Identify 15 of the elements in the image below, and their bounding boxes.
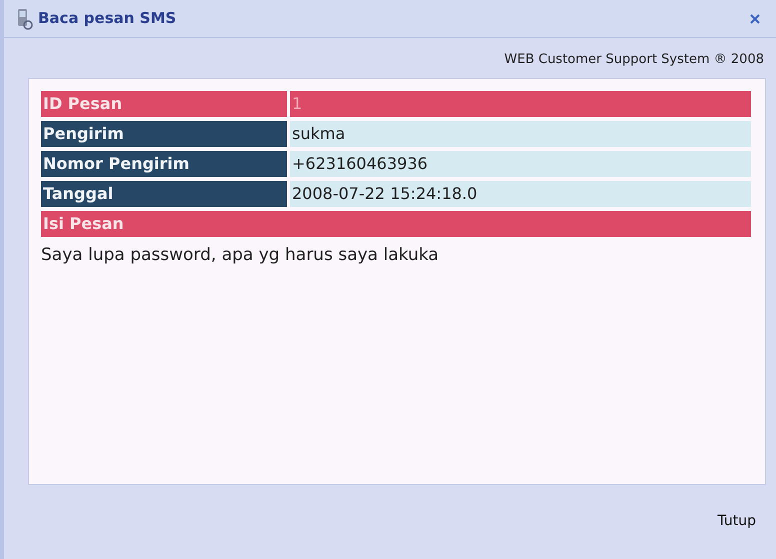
- field-label: Isi Pesan: [41, 210, 751, 236]
- close-button[interactable]: Tutup: [713, 511, 760, 532]
- phone-icon: [16, 8, 34, 30]
- field-label: Pengirim: [41, 120, 287, 146]
- field-label: Tanggal: [41, 180, 287, 206]
- window-title: Baca pesan SMS: [38, 8, 176, 30]
- field-value: +623160463936: [290, 150, 751, 176]
- close-icon: [749, 12, 761, 24]
- field-value: 2008-07-22 15:24:18.0: [290, 180, 751, 206]
- field-label: Nomor Pengirim: [41, 150, 287, 176]
- message-text: Saya lupa password, apa yg harus saya lakuka: [41, 244, 440, 266]
- field-value: 1: [290, 90, 751, 116]
- header-text: WEB Customer Support System ® 2008: [504, 51, 764, 69]
- field-value: sukma: [290, 120, 751, 146]
- field-label: ID Pesan: [41, 90, 287, 116]
